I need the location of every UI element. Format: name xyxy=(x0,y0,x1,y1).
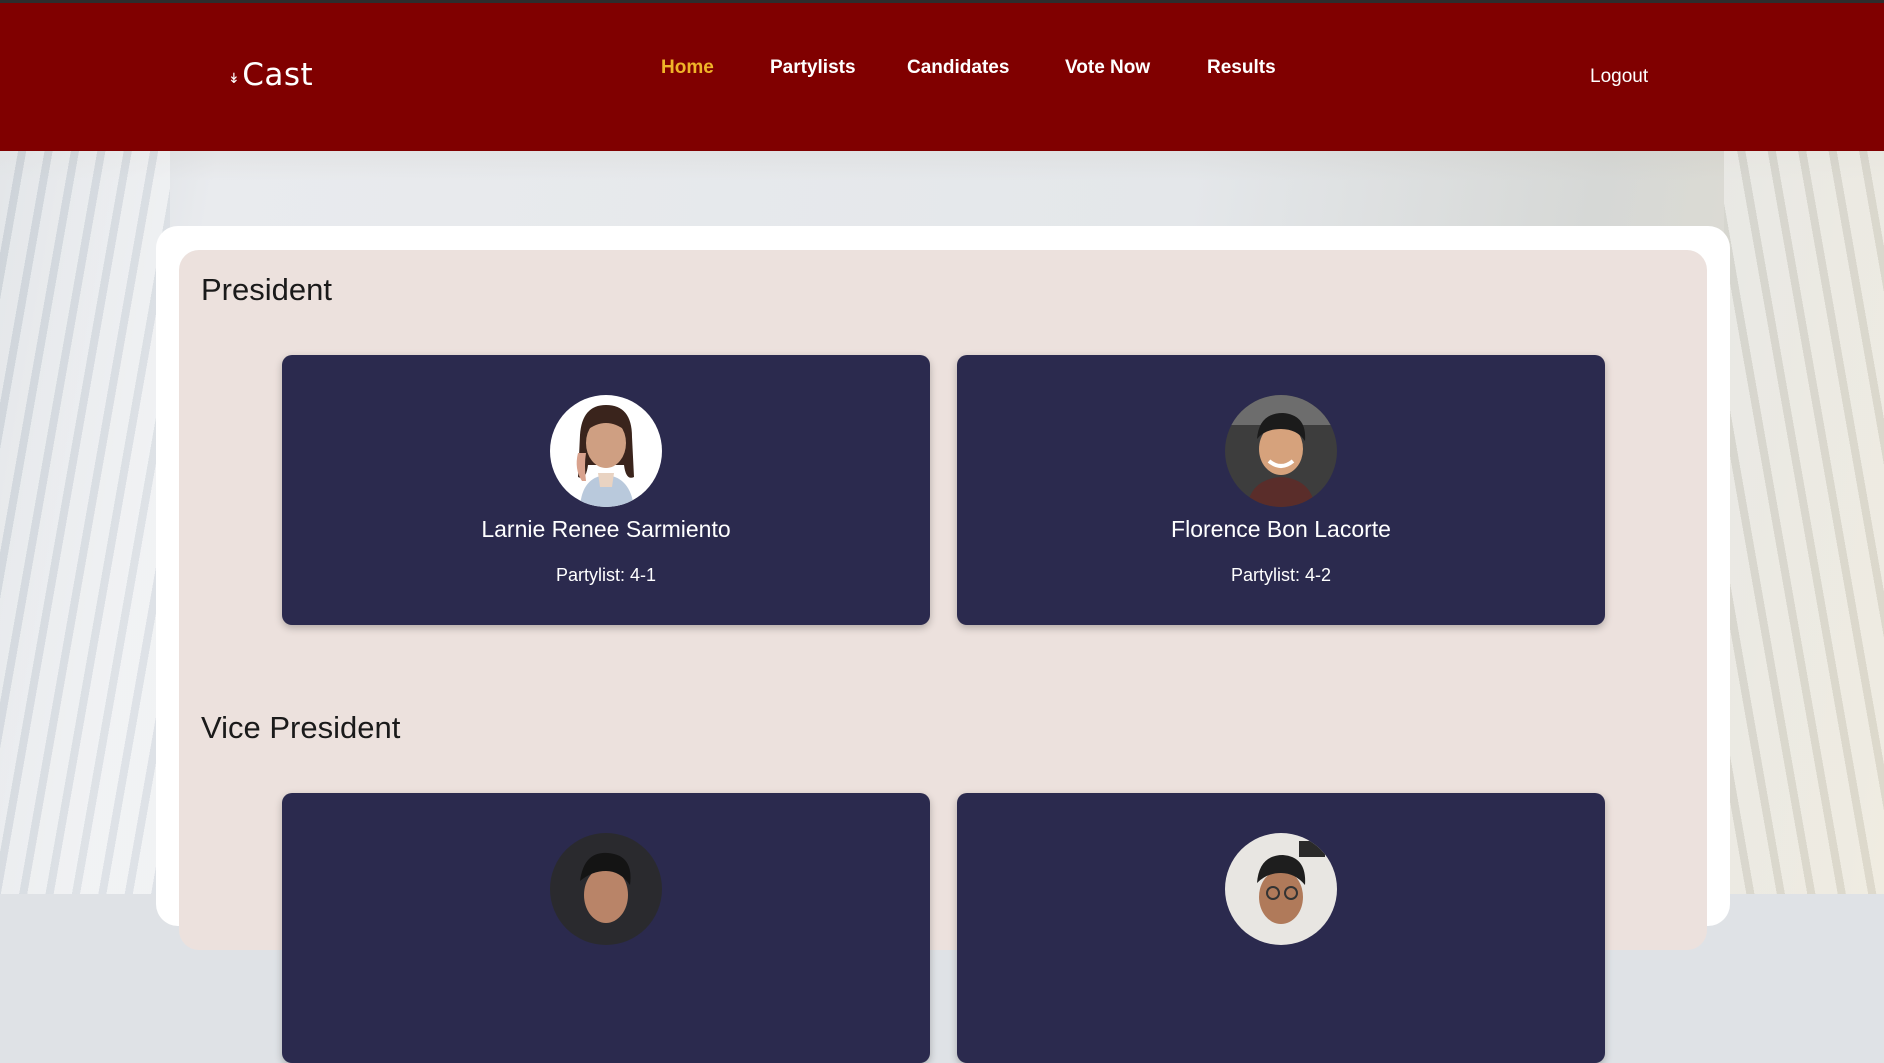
candidate-card[interactable]: Larnie Renee Sarmiento Partylist: 4-1 xyxy=(282,355,930,625)
candidate-photo xyxy=(550,833,662,945)
nav-home[interactable]: Home xyxy=(661,57,714,79)
nav-candidates[interactable]: Candidates xyxy=(907,57,1009,79)
nav-vote-now[interactable]: Vote Now xyxy=(1065,57,1150,79)
candidate-name: Larnie Renee Sarmiento xyxy=(481,516,731,542)
site-header: ↡ Cast Home Partylists Candidates Vote N… xyxy=(0,3,1884,151)
nav-partylists[interactable]: Partylists xyxy=(770,57,856,79)
candidate-partylist: Partylist: 4-1 xyxy=(555,565,657,585)
candidate-name: Florence Bon Lacorte xyxy=(1171,516,1391,542)
section-title-president: President xyxy=(201,272,332,307)
section-title-vice-president: Vice President xyxy=(201,710,401,745)
nav-results[interactable]: Results xyxy=(1207,57,1276,79)
candidate-partylist: Partylist: 4-2 xyxy=(1230,565,1332,585)
candidate-card[interactable] xyxy=(282,793,930,1063)
logo-icon: ↡ xyxy=(228,71,241,87)
content-panel: President Larnie Renee Sarmiento Partyli… xyxy=(156,226,1730,1063)
candidate-card[interactable]: Florence Bon Lacorte Partylist: 4-2 xyxy=(957,355,1605,625)
candidate-card[interactable] xyxy=(957,793,1605,1063)
candidate-photo xyxy=(550,395,662,507)
candidate-photo xyxy=(1225,833,1337,945)
candidates-container: President Larnie Renee Sarmiento Partyli… xyxy=(179,250,1707,1063)
brand-logo[interactable]: ↡ Cast xyxy=(228,57,313,93)
candidate-photo xyxy=(1225,395,1337,507)
brand-name: Cast xyxy=(242,57,314,93)
logout-link[interactable]: Logout xyxy=(1590,66,1648,88)
